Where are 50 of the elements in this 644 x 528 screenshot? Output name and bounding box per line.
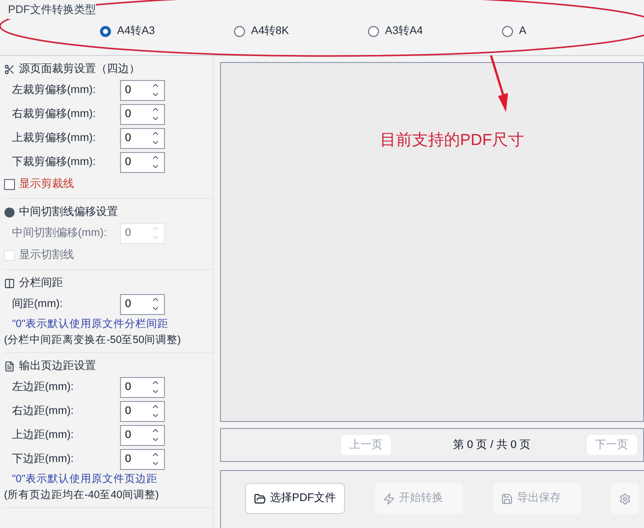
field-label: 左裁剪偏移(mm): <box>12 82 97 98</box>
folder-icon <box>254 492 266 504</box>
scissors-icon <box>4 64 15 74</box>
radio-label: A3转A4 <box>385 24 423 40</box>
lightning-icon <box>383 492 395 504</box>
checkbox-label: 显示切割线 <box>19 248 74 263</box>
number-spinner[interactable]: 0 <box>120 152 165 172</box>
floppy-icon <box>501 492 513 504</box>
field-label: 上裁剪偏移(mm): <box>12 130 97 146</box>
number-spinner[interactable]: 0 <box>120 448 165 470</box>
field-label: 中间切割偏移(mm): <box>12 226 108 241</box>
field-label: 下边距(mm): <box>12 452 75 467</box>
page-status: 第 0 页 / 共 0 页 <box>453 438 531 453</box>
number-spinner[interactable]: 0 <box>120 376 165 398</box>
field-label: 右边距(mm): <box>12 404 75 419</box>
radio-label: A4转8K <box>251 24 289 40</box>
checkbox-label: 显示剪裁线 <box>19 176 74 192</box>
note-text: (所有页边距均在-40至40间调整) <box>4 488 160 503</box>
number-spinner[interactable]: 0 <box>120 424 165 446</box>
circle-icon <box>4 206 15 218</box>
section-title: 输出页边距设置 <box>19 358 96 374</box>
note-text: "0"表示默认使用原文件分栏间距 <box>11 317 170 332</box>
field-label: 上边距(mm): <box>12 428 75 443</box>
radio-button[interactable] <box>100 26 111 37</box>
section-title: 分栏间距 <box>19 276 63 291</box>
radio-button[interactable] <box>368 26 379 37</box>
section-title: 源页面裁剪设置（四边） <box>19 62 140 77</box>
note-text: "0"表示默认使用原文件页边距 <box>11 472 158 487</box>
radio-label: A4转A3 <box>117 24 155 40</box>
radio-label: A <box>519 24 526 40</box>
radio-button[interactable] <box>234 26 245 37</box>
number-spinner[interactable]: 0 <box>120 80 165 100</box>
checkbox[interactable] <box>4 178 15 190</box>
section-title: 中间切割线偏移设置 <box>19 204 118 220</box>
note-text: (分栏中间距离变换在-50至50间调整) <box>4 333 182 348</box>
field-label: 右裁剪偏移(mm): <box>12 106 97 122</box>
annotation-text: 目前支持的PDF尺寸 <box>380 130 524 151</box>
radio-button[interactable] <box>502 26 513 37</box>
number-spinner[interactable]: 0 <box>120 128 165 148</box>
number-spinner[interactable]: 0 <box>120 294 165 314</box>
number-spinner[interactable]: 0 <box>120 400 165 422</box>
document-icon <box>4 360 15 372</box>
field-label: 间距(mm): <box>12 296 64 312</box>
group-title: PDF文件转换类型 <box>8 2 96 18</box>
action-button[interactable]: 选择PDF文件 <box>245 483 345 514</box>
settings-icon <box>619 492 631 504</box>
field-label: 下裁剪偏移(mm): <box>12 154 97 170</box>
number-spinner[interactable]: 0 <box>120 104 165 124</box>
columns-icon <box>4 278 15 288</box>
field-label: 左边距(mm): <box>12 380 75 395</box>
